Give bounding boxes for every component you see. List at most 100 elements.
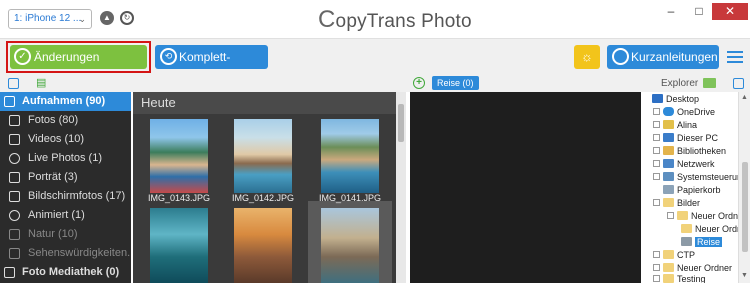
copytrans-photo-window: 1: iPhone 12 ... ⌄ ▲ ↻ CopyTrans Photo –… bbox=[0, 0, 750, 283]
screenshot-icon bbox=[9, 191, 20, 202]
expand-icon[interactable] bbox=[653, 121, 660, 128]
folder-icon bbox=[681, 224, 692, 233]
tree-item-testing[interactable]: Testing bbox=[653, 273, 706, 283]
tree-item-label: Bibliotheken bbox=[677, 146, 727, 156]
minimize-button[interactable]: – bbox=[657, 3, 685, 20]
expand-icon[interactable] bbox=[653, 134, 660, 141]
app-title-logo-letter: C bbox=[318, 6, 336, 33]
live-photo-icon bbox=[9, 153, 20, 164]
tree-item-label: CTP bbox=[677, 250, 695, 260]
lightbulb-button[interactable]: ☼ bbox=[574, 45, 600, 69]
tree-item-label: Dieser PC bbox=[677, 133, 719, 143]
portrait-cube-icon bbox=[9, 172, 20, 183]
chevron-down-icon: ⌄ bbox=[78, 14, 86, 24]
album-tab-reise[interactable]: Reise (0) bbox=[432, 76, 479, 90]
scroll-up-icon[interactable]: ▲ bbox=[741, 94, 748, 101]
library-icon bbox=[4, 267, 15, 278]
sidebar-item-photo-library[interactable]: Foto Mediathek (0) bbox=[0, 263, 131, 282]
sidebar-item-label: Foto Mediathek (0) bbox=[22, 266, 120, 278]
tree-item-network[interactable]: Netzwerk bbox=[653, 158, 715, 170]
refresh-icon[interactable]: ↻ bbox=[120, 11, 134, 25]
add-album-icon[interactable]: ▤ bbox=[36, 77, 49, 89]
save-changes-button[interactable]: ✓ Änderungen speichern bbox=[10, 45, 147, 88]
sidebar-item-natur[interactable]: Natur (10) bbox=[0, 225, 131, 244]
quick-guides-button[interactable]: Kurzanleitungen bbox=[607, 45, 719, 69]
tree-item-libraries[interactable]: Bibliotheken bbox=[653, 145, 726, 157]
sidebar-item-fotos[interactable]: Fotos (80) bbox=[0, 111, 131, 130]
tree-item-recycle-bin[interactable]: Papierkorb bbox=[663, 184, 721, 196]
album-content-area[interactable] bbox=[410, 92, 641, 283]
expand-icon[interactable] bbox=[653, 173, 660, 180]
add-plus-icon[interactable]: + bbox=[413, 77, 425, 89]
save-highlight-frame: ✓ Änderungen speichern bbox=[6, 41, 151, 88]
photo-caption: IMG_0141.JPG bbox=[318, 193, 382, 203]
expand-icon[interactable] bbox=[653, 147, 660, 154]
photo-thumbnail[interactable] bbox=[234, 119, 292, 193]
photo-thumbnail[interactable] bbox=[321, 208, 379, 283]
tree-item-alina[interactable]: Alina bbox=[653, 119, 697, 131]
full-backup-button[interactable]: ⟲ Komplett-Backup bbox=[155, 45, 268, 88]
sidebar-item-label: Fotos (80) bbox=[28, 114, 79, 126]
scroll-down-icon[interactable]: ▼ bbox=[741, 272, 748, 279]
collapse-icon[interactable] bbox=[653, 199, 660, 206]
camera-roll-icon bbox=[4, 96, 15, 107]
gallery-scrollbar[interactable] bbox=[396, 92, 406, 283]
sidebar-item-animated[interactable]: Animiert (1) bbox=[0, 206, 131, 225]
folder-icon bbox=[663, 274, 674, 283]
album-icon bbox=[9, 229, 20, 240]
photo-thumbnail[interactable] bbox=[150, 119, 208, 193]
tree-item-label: Testing bbox=[677, 274, 706, 283]
sidebar-item-label: Animiert (1) bbox=[28, 209, 85, 221]
collapse-icon[interactable] bbox=[667, 212, 674, 219]
scrollbar-thumb[interactable] bbox=[742, 162, 748, 252]
tree-item-new-folder-sub[interactable]: Neuer Ordner bbox=[681, 223, 738, 235]
animated-icon bbox=[9, 210, 20, 221]
tree-item-this-pc[interactable]: Dieser PC bbox=[653, 132, 718, 144]
explorer-label: Explorer bbox=[661, 78, 699, 89]
tree-item-label: Bilder bbox=[677, 198, 701, 208]
explorer-tree: Desktop OneDrive Alina Dieser PC Bibliot… bbox=[650, 92, 738, 283]
tree-item-label: Desktop bbox=[666, 94, 700, 104]
user-folder-icon bbox=[663, 120, 674, 129]
folder-icon bbox=[663, 198, 674, 207]
device-dropdown[interactable]: 1: iPhone 12 ... ⌄ bbox=[8, 9, 92, 29]
photo-thumbnail[interactable] bbox=[321, 119, 379, 193]
tree-item-bilder[interactable]: Bilder bbox=[653, 197, 700, 209]
sidebar-item-sights[interactable]: Sehenswürdigkeiten... bbox=[0, 244, 131, 263]
collapse-panel-icon[interactable] bbox=[8, 78, 19, 89]
photo-gallery: Heute IMG_0143.JPG IMG_0142.JPG IMG_0141… bbox=[133, 92, 396, 283]
explorer-scrollbar[interactable]: ▲ ▼ bbox=[738, 92, 750, 283]
sidebar-item-videos[interactable]: Videos (10) bbox=[0, 130, 131, 149]
tree-item-label: Neuer Ordner bbox=[677, 263, 733, 273]
hamburger-menu-icon[interactable] bbox=[727, 51, 743, 63]
expand-icon[interactable] bbox=[653, 160, 660, 167]
expand-icon[interactable] bbox=[653, 264, 660, 271]
tree-item-ctp[interactable]: CTP bbox=[653, 249, 695, 261]
gallery-date-heading: Heute bbox=[133, 92, 396, 114]
tree-item-desktop[interactable]: Desktop bbox=[652, 93, 699, 105]
sidebar-item-aufnahmen[interactable]: Aufnahmen (90) bbox=[0, 92, 131, 111]
tree-item-reise[interactable]: Reise bbox=[681, 236, 723, 248]
tree-item-new-folder[interactable]: Neuer Ordner bbox=[667, 210, 738, 222]
folder-icon[interactable] bbox=[703, 78, 716, 88]
panel-header-row: ▤ + Reise (0) Explorer bbox=[0, 74, 750, 92]
sidebar-item-screenshots[interactable]: Bildschirmfotos (17) bbox=[0, 187, 131, 206]
expand-icon[interactable] bbox=[653, 275, 660, 282]
sidebar-item-label: Bildschirmfotos (17) bbox=[28, 190, 126, 202]
eject-icon[interactable]: ▲ bbox=[100, 11, 114, 25]
library-folder-icon bbox=[663, 146, 674, 155]
folder-icon bbox=[663, 263, 674, 272]
expand-icon[interactable] bbox=[653, 108, 660, 115]
sidebar-item-live-photos[interactable]: Live Photos (1) bbox=[0, 149, 131, 168]
collapse-explorer-icon[interactable] bbox=[733, 78, 744, 89]
tree-item-onedrive[interactable]: OneDrive bbox=[653, 106, 715, 118]
sidebar-item-portrait[interactable]: Porträt (3) bbox=[0, 168, 131, 187]
lightbulb-icon: ☼ bbox=[581, 49, 593, 64]
photo-thumbnail[interactable] bbox=[234, 208, 292, 283]
photo-thumbnail[interactable] bbox=[150, 208, 208, 283]
close-button[interactable]: ✕ bbox=[712, 3, 748, 20]
scrollbar-thumb[interactable] bbox=[398, 104, 404, 142]
expand-icon[interactable] bbox=[653, 251, 660, 258]
maximize-button[interactable]: □ bbox=[686, 3, 712, 20]
tree-item-control-panel[interactable]: Systemsteuerung bbox=[653, 171, 738, 183]
